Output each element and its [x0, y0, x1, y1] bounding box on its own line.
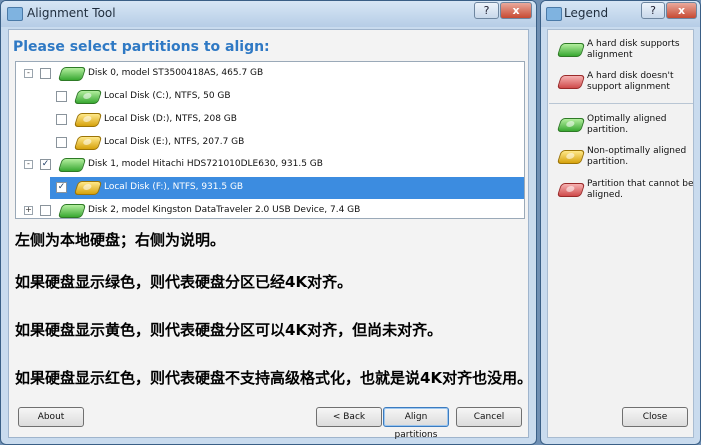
partition-f-checkbox[interactable]: ✓ [56, 182, 67, 193]
legend-app-icon [546, 7, 562, 21]
alignment-tool-window: Alignment Tool ? x Please select partiti… [0, 0, 537, 445]
help-button[interactable]: ? [474, 2, 499, 19]
partition-d-checkbox[interactable] [56, 114, 67, 125]
partition-c-checkbox[interactable] [56, 91, 67, 102]
legend-item-text: Non-optimally aligned partition. [587, 146, 687, 167]
disk-2-checkbox[interactable] [40, 205, 51, 216]
expand-icon[interactable]: + [24, 206, 33, 215]
legend-window: Legend ? x A hard disk supports alignmen… [540, 0, 701, 445]
overlay-note-3: 如果硬盘显示黄色，则代表硬盘分区可以4K对齐，但尚未对齐。 [15, 321, 443, 339]
about-button[interactable]: About [18, 407, 84, 427]
cancel-button[interactable]: Cancel [456, 407, 522, 427]
partition-gold-icon [73, 136, 103, 150]
legend-item-text: A hard disk supports alignment [587, 39, 680, 60]
legend-item-text: Partition that cannot be aligned. [587, 179, 694, 200]
disk-2-label: Disk 2, model Kingston DataTraveler 2.0 … [88, 205, 361, 215]
tree-row-partition-d[interactable]: Local Disk (D:), NTFS, 208 GB [16, 109, 524, 131]
overlay-note-1: 左侧为本地硬盘；右侧为说明。 [15, 231, 226, 249]
tree-row-disk-2[interactable]: + Disk 2, model Kingston DataTraveler 2.… [16, 200, 524, 222]
legend-divider [549, 103, 693, 104]
legend-close-window-button[interactable]: x [666, 2, 697, 19]
legend-title: Legend [564, 6, 609, 20]
partition-green-icon [73, 90, 103, 104]
back-button[interactable]: < Back [316, 407, 382, 427]
overlay-note-4: 如果硬盘显示红色，则代表硬盘不支持高级格式化，也就是说4K对齐也没用。 [15, 369, 533, 387]
disk-0-checkbox[interactable] [40, 68, 51, 79]
overlay-note-2: 如果硬盘显示绿色，则代表硬盘分区已经4K对齐。 [15, 273, 353, 291]
partition-e-checkbox[interactable] [56, 137, 67, 148]
partition-f-label: Local Disk (F:), NTFS, 931.5 GB [104, 182, 244, 192]
window-title: Alignment Tool [27, 6, 116, 20]
partition-d-label: Local Disk (D:), NTFS, 208 GB [104, 114, 237, 124]
legend-help-button[interactable]: ? [641, 2, 665, 19]
app-icon [7, 7, 23, 21]
tree-row-partition-c[interactable]: Local Disk (C:), NTFS, 50 GB [16, 86, 524, 108]
partition-gold-icon [73, 113, 103, 127]
hard-disk-green-icon [57, 67, 87, 81]
legend-title-bar[interactable]: Legend ? x [541, 1, 700, 27]
disk-1-checkbox[interactable]: ✓ [40, 159, 51, 170]
tree-row-disk-1[interactable]: - ✓ Disk 1, model Hitachi HDS721010DLE63… [16, 154, 524, 176]
collapse-icon[interactable]: - [24, 69, 33, 78]
disk-0-label: Disk 0, model ST3500418AS, 465.7 GB [88, 68, 264, 78]
disk-1-label: Disk 1, model Hitachi HDS721010DLE630, 9… [88, 159, 323, 169]
legend-item-text: Optimally aligned partition. [587, 114, 667, 135]
collapse-icon[interactable]: - [24, 160, 33, 169]
close-window-button[interactable]: x [500, 2, 532, 19]
hard-disk-green-icon [57, 204, 87, 218]
page-heading: Please select partitions to align: [13, 39, 270, 55]
partition-e-label: Local Disk (E:), NTFS, 207.7 GB [104, 137, 245, 147]
tree-row-partition-e[interactable]: Local Disk (E:), NTFS, 207.7 GB [16, 132, 524, 154]
tree-row-disk-0[interactable]: - Disk 0, model ST3500418AS, 465.7 GB [16, 63, 524, 85]
partition-gold-icon [73, 181, 103, 195]
partition-tree[interactable]: - Disk 0, model ST3500418AS, 465.7 GB Lo… [15, 61, 525, 219]
align-partitions-button[interactable]: Align partitions [383, 407, 449, 440]
legend-item-text: A hard disk doesn't support alignment [587, 71, 674, 92]
hard-disk-green-icon [57, 158, 87, 172]
partition-c-label: Local Disk (C:), NTFS, 50 GB [104, 91, 231, 101]
title-bar[interactable]: Alignment Tool ? x [1, 1, 536, 27]
legend-close-button[interactable]: Close [622, 407, 688, 427]
tree-row-partition-f[interactable]: ✓ Local Disk (F:), NTFS, 931.5 GB [50, 177, 524, 199]
